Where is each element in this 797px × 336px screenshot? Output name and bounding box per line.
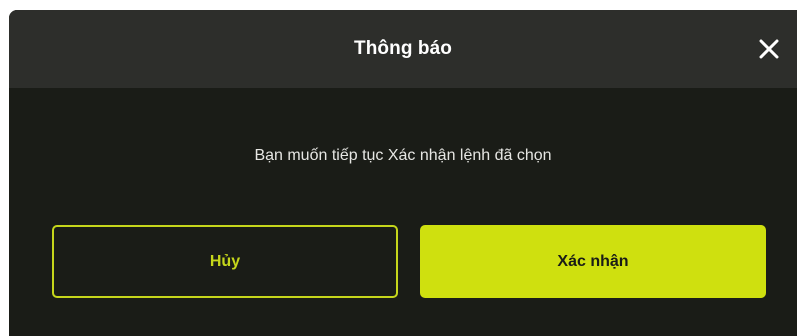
cancel-button[interactable]: Hủy — [52, 225, 398, 298]
cancel-button-label: Hủy — [209, 252, 241, 270]
dialog-body: Bạn muốn tiếp tục Xác nhận lệnh đã chọn … — [9, 88, 797, 336]
dialog-title: Thông báo — [354, 38, 452, 59]
confirm-button[interactable]: Xác nhận — [420, 225, 766, 298]
dialog-message: Bạn muốn tiếp tục Xác nhận lệnh đã chọn — [254, 147, 552, 164]
confirm-dialog: Thông báo Bạn muốn tiếp tục Xác nhận lện… — [9, 10, 797, 336]
close-button[interactable] — [755, 35, 783, 63]
dialog-header: Thông báo — [9, 10, 797, 88]
confirm-button-label: Xác nhận — [557, 252, 629, 270]
close-icon — [759, 39, 779, 59]
